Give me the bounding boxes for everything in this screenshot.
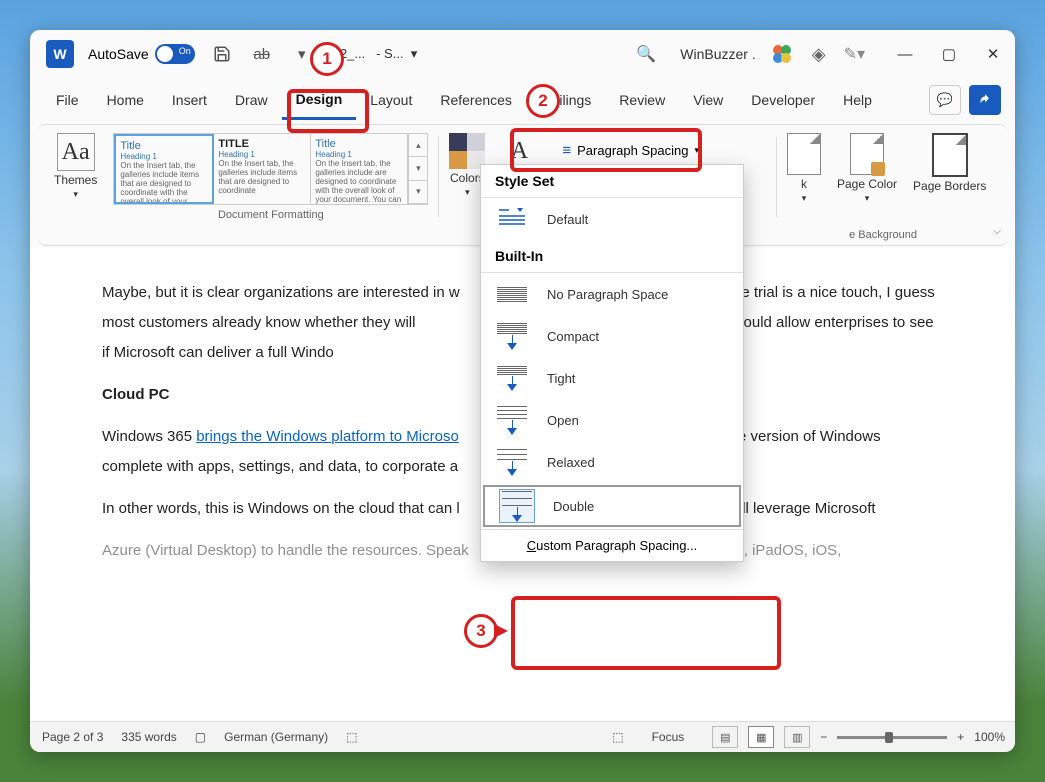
callout-3-arrow — [494, 624, 508, 638]
styles-gallery[interactable]: TitleHeading 1On the Insert tab, the gal… — [113, 133, 428, 205]
dd-no-paragraph-space[interactable]: No Paragraph Space — [481, 273, 743, 315]
page-borders-button[interactable]: Page Borders — [913, 133, 986, 193]
menu-references[interactable]: References — [426, 80, 526, 120]
paragraph-spacing-button[interactable]: ≡ Paragraph Spacing ▾ — [553, 137, 708, 163]
menu-developer[interactable]: Developer — [737, 80, 829, 120]
zoom-in-button[interactable]: + — [957, 730, 964, 744]
themes-label: Themes — [54, 173, 97, 187]
display-settings-icon[interactable]: ⬚ — [612, 730, 623, 744]
menu-draw[interactable]: Draw — [221, 80, 282, 120]
page-borders-icon — [932, 133, 968, 177]
dd-open[interactable]: Open — [481, 399, 743, 441]
zoom-slider[interactable] — [837, 736, 947, 739]
autosave-label: AutoSave — [88, 46, 149, 62]
window-title: WinBuzzer . — [680, 46, 755, 62]
callout-1: 1 — [310, 42, 344, 76]
callout-2: 2 — [526, 84, 560, 118]
present-icon[interactable] — [770, 42, 794, 66]
style-preview-3[interactable]: TitleHeading 1On the Insert tab, the gal… — [311, 134, 408, 204]
maximize-button[interactable]: ▢ — [927, 34, 971, 74]
dd-default[interactable]: Default — [481, 198, 743, 240]
link-windows-platform[interactable]: brings the Windows platform to Microso — [196, 428, 459, 445]
autosave-toggle[interactable]: On — [155, 44, 195, 64]
heading-cloud-pc: Cloud PC — [102, 386, 170, 403]
zoom-level[interactable]: 100% — [974, 730, 1005, 744]
themes-icon: Aa — [57, 133, 95, 171]
strikethrough-icon[interactable]: ab — [249, 41, 275, 67]
menu-help[interactable]: Help — [829, 80, 886, 120]
dd-double[interactable]: Double — [483, 485, 741, 527]
menu-home[interactable]: Home — [93, 80, 158, 120]
watermark-icon — [787, 133, 821, 175]
dd-style-set-header: Style Set — [481, 165, 743, 198]
save-icon[interactable] — [209, 41, 235, 67]
search-icon[interactable]: 🔍 — [636, 44, 656, 64]
gallery-scroll[interactable]: ▴▾▾ — [408, 134, 427, 204]
page-color-icon — [850, 133, 884, 175]
comments-button[interactable]: 💬 — [929, 85, 961, 115]
word-app-icon: W — [46, 40, 74, 68]
menu-view[interactable]: View — [679, 80, 737, 120]
dd-compact[interactable]: Compact — [481, 315, 743, 357]
style-preview-1[interactable]: TitleHeading 1On the Insert tab, the gal… — [114, 134, 214, 204]
focus-button[interactable]: Focus — [652, 730, 685, 744]
language-indicator[interactable]: German (Germany) — [224, 730, 328, 744]
dd-builtin-header: Built-In — [481, 240, 743, 273]
doc-format-label: Document Formatting — [218, 209, 324, 221]
minimize-button[interactable]: — — [883, 34, 927, 74]
page-indicator[interactable]: Page 2 of 3 — [42, 730, 103, 744]
menu-insert[interactable]: Insert — [158, 80, 221, 120]
web-layout-button[interactable]: ▥ — [784, 726, 810, 748]
word-count[interactable]: 335 words — [121, 730, 176, 744]
dd-tight[interactable]: Tight — [481, 357, 743, 399]
menu-layout[interactable]: Layout — [356, 80, 426, 120]
page-color-button[interactable]: Page Color▾ — [837, 133, 897, 204]
menu-design[interactable]: Design — [282, 80, 357, 120]
themes-button[interactable]: Aa Themes▾ — [54, 133, 97, 200]
spellcheck-icon[interactable]: ▢ — [195, 730, 206, 744]
watermark-button[interactable]: k▾ — [787, 133, 821, 204]
pen-icon[interactable]: ✎▾ — [844, 44, 865, 64]
dd-relaxed[interactable]: Relaxed — [481, 441, 743, 483]
ribbon-collapse-icon[interactable]: ⌵ — [993, 226, 1001, 237]
paragraph-spacing-dropdown: Style Set Default Built-In No Paragraph … — [480, 164, 744, 562]
page-bg-label: e Background — [849, 229, 917, 241]
share-button[interactable] — [969, 85, 1001, 115]
document-name[interactable]: 02_... - S... ▾ — [333, 46, 418, 62]
read-mode-button[interactable]: ▤ — [712, 726, 738, 748]
accessibility-icon[interactable]: ⬚ — [346, 730, 357, 744]
menu-review[interactable]: Review — [605, 80, 679, 120]
close-button[interactable]: ✕ — [971, 34, 1015, 74]
default-icon — [495, 203, 529, 235]
style-preview-2[interactable]: TITLEHeading 1On the Insert tab, the gal… — [214, 134, 311, 204]
dd-custom-spacing[interactable]: Custom Paragraph Spacing... — [481, 529, 743, 561]
zoom-out-button[interactable]: − — [820, 730, 827, 744]
print-layout-button[interactable]: ▦ — [748, 726, 774, 748]
menu-file[interactable]: File — [42, 80, 93, 120]
diamond-icon[interactable]: ◈ — [812, 44, 826, 65]
paragraph-spacing-icon: ≡ — [562, 142, 571, 159]
callout-3: 3 — [464, 614, 498, 648]
